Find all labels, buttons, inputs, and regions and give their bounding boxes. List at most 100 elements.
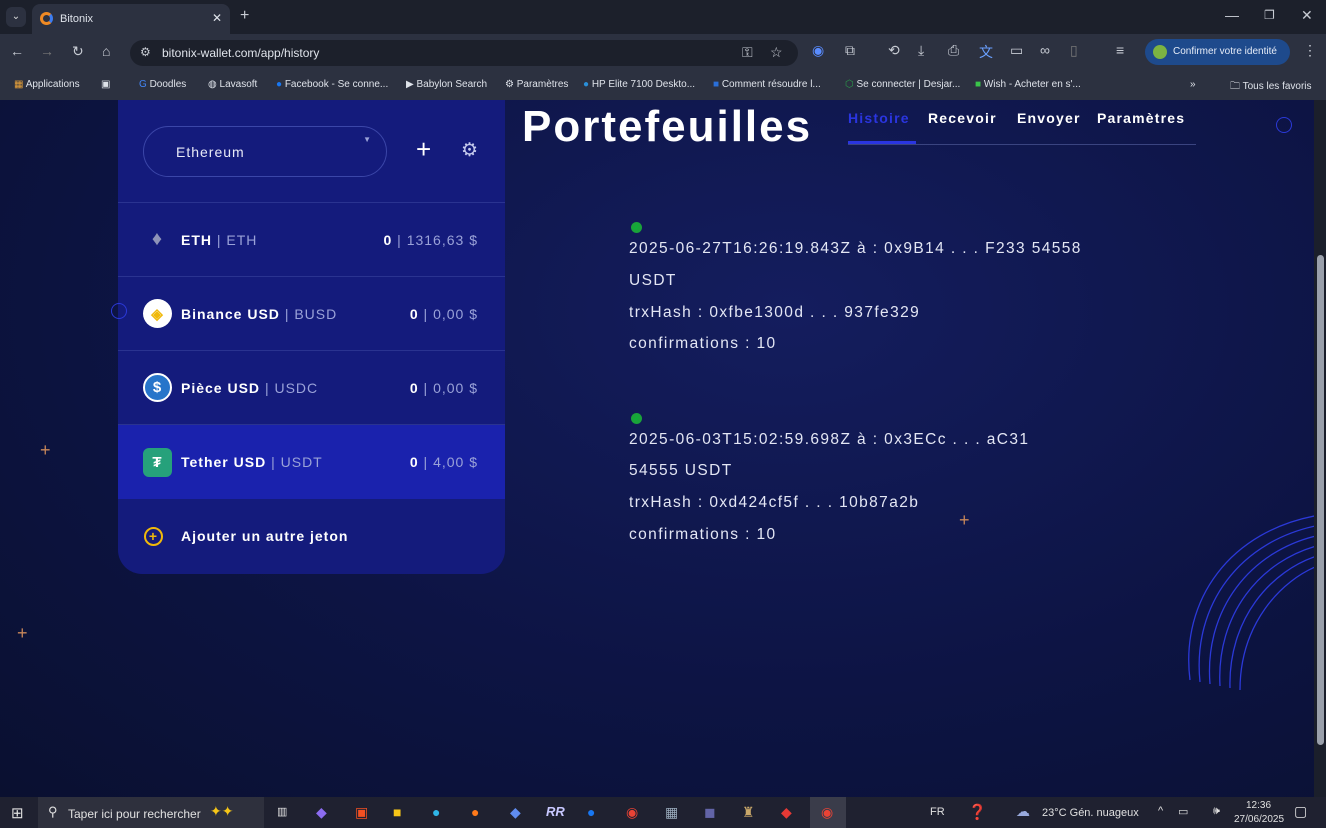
transaction-confirmations: confirmations : 10	[629, 526, 777, 543]
tab-recevoir[interactable]: Recevoir	[928, 110, 997, 126]
copilot-icon[interactable]: ◆	[316, 804, 327, 821]
token-name: Tether USD	[181, 454, 267, 470]
media-icon[interactable]: ≡	[1116, 42, 1124, 58]
token-value: 4,00 $	[433, 454, 478, 470]
menu-icon[interactable]: ⋮	[1303, 42, 1317, 59]
bookmark-lavasoft[interactable]: ◍ Lavasoft	[208, 79, 257, 90]
anydesk-icon[interactable]: ◆	[781, 804, 792, 821]
tab-histoire[interactable]: Histoire	[848, 110, 910, 126]
minimize-icon[interactable]: —	[1225, 7, 1239, 23]
task-view-icon[interactable]: ▥	[277, 805, 287, 818]
site-info-icon[interactable]: ⚙	[140, 45, 151, 59]
browser-tab[interactable]: Bitonix ✕	[32, 4, 230, 34]
add-token-label: Ajouter un autre jeton	[181, 528, 349, 544]
print-icon[interactable]: ⎙	[948, 42, 959, 59]
gear-icon[interactable]: ⚙	[461, 139, 478, 162]
transaction-hash[interactable]: trxHash : 0xfbe1300d . . . 937fe329	[629, 304, 920, 322]
chrome-active-icon[interactable]: ◉	[810, 797, 846, 828]
tab-parametres[interactable]: Paramètres	[1097, 110, 1185, 126]
apps-grid-icon[interactable]: ▣	[101, 79, 110, 90]
download-icon[interactable]: ⤓	[918, 42, 924, 59]
token-row-eth[interactable]: ♦ ETH | ETH 0 | 1316,63 $	[118, 202, 505, 276]
help-icon[interactable]: ❓	[968, 803, 987, 821]
decorative-plus: +	[959, 510, 970, 530]
link-icon[interactable]: ∞	[1040, 42, 1050, 58]
profile-button[interactable]: Confirmer votre identité	[1145, 39, 1290, 65]
bookmark-parametres[interactable]: ⚙ Paramètres	[505, 79, 568, 90]
decorative-circle	[111, 303, 127, 319]
extension-icon[interactable]: ◉	[812, 42, 824, 59]
history-icon[interactable]: ⟲	[888, 42, 900, 59]
file-explorer-icon[interactable]: ■	[393, 804, 401, 820]
tab-search-button[interactable]: ⌄	[6, 7, 26, 27]
scrollbar-thumb[interactable]	[1317, 255, 1324, 745]
back-icon[interactable]: ←	[10, 43, 24, 59]
game-icon[interactable]: ♜	[742, 804, 755, 821]
store-icon[interactable]: ▣	[355, 804, 368, 821]
bookmark-wish[interactable]: ■ Wish - Acheter en s'...	[975, 79, 1081, 90]
decorative-circle	[1276, 117, 1292, 133]
token-amount: 0	[409, 305, 419, 322]
token-symbol: USDC	[274, 379, 319, 396]
taskbar-search[interactable]: ⚲ Taper ici pour rechercher ✦✦	[38, 797, 264, 828]
tray-chevron-icon[interactable]: ^	[1158, 805, 1163, 817]
calculator-icon[interactable]: ▦	[665, 804, 678, 821]
clock-date[interactable]: 27/06/2025	[1234, 814, 1284, 825]
reload-icon[interactable]: ↻	[72, 43, 84, 60]
transaction-hash[interactable]: trxHash : 0xd424cf5f . . . 10b87a2b	[629, 494, 919, 512]
bookmark-facebook[interactable]: ● Facebook - Se conne...	[276, 79, 388, 90]
notifications-icon[interactable]: ▢	[1294, 803, 1307, 820]
facebook-icon[interactable]: ●	[587, 804, 595, 820]
weather-text[interactable]: 23°C Gén. nuageux	[1042, 807, 1139, 819]
more-bookmarks-icon[interactable]: »	[1190, 79, 1196, 90]
all-bookmarks[interactable]: 🗀 Tous les favoris	[1230, 79, 1312, 96]
bookmark-babylon[interactable]: ▶ Babylon Search	[406, 79, 487, 90]
clock-time[interactable]: 12:36	[1246, 800, 1271, 811]
m365-icon[interactable]: ◆	[510, 804, 521, 821]
extensions-icon[interactable]: ⧉	[845, 42, 855, 59]
decorative-plus: +	[40, 440, 51, 460]
bookmark-star-icon[interactable]: ☆	[770, 44, 783, 61]
close-window-icon[interactable]: ✕	[1301, 7, 1313, 24]
forward-icon[interactable]: →	[40, 43, 54, 59]
token-row-usdt[interactable]: ₮ Tether USD | USDT 0 | 4,00 $	[118, 424, 505, 499]
bookmark-applications[interactable]: ▦ Applications	[14, 79, 80, 90]
translate-icon[interactable]: 文	[979, 42, 993, 62]
token-name: ETH	[181, 231, 212, 248]
edge-icon[interactable]: ●	[432, 804, 440, 820]
new-tab-icon[interactable]: +	[240, 7, 249, 25]
network-icon[interactable]: ▭	[1178, 805, 1188, 818]
bookmark-hp[interactable]: ● HP Elite 7100 Deskto...	[583, 79, 695, 90]
network-value: Ethereum	[176, 144, 245, 160]
token-amount: 0	[383, 231, 393, 248]
cast-icon[interactable]: ▭	[1010, 42, 1023, 59]
bookmark-doodles[interactable]: G Doodles	[139, 79, 186, 90]
rr-app-icon[interactable]: RR	[546, 804, 565, 819]
home-icon[interactable]: ⌂	[102, 43, 110, 59]
firefox-icon[interactable]: ●	[471, 804, 479, 820]
windows-start-icon[interactable]: ⊞	[11, 804, 24, 822]
address-bar[interactable]: ⚙ bitonix-wallet.com/app/history ⚿ ☆	[130, 40, 798, 66]
add-token-button[interactable]: + Ajouter un autre jeton	[118, 499, 505, 573]
close-tab-icon[interactable]: ✕	[212, 11, 222, 25]
bookmark-desjardins[interactable]: ⬡ Se connecter | Desjar...	[845, 79, 960, 90]
decorative-plus: +	[17, 623, 28, 643]
language-indicator[interactable]: FR	[930, 806, 945, 818]
tab-envoyer[interactable]: Envoyer	[1017, 110, 1081, 126]
network-select[interactable]: Ethereum ▼	[143, 126, 387, 177]
wallet-page: + + + Ethereum ▼ + ⚙ ♦ ETH | ETH 0 | 131…	[0, 100, 1314, 797]
password-key-icon[interactable]: ⚿	[742, 44, 753, 61]
transaction-amount: 54555 USDT	[629, 462, 733, 479]
chrome-icon[interactable]: ◉	[626, 804, 638, 821]
token-row-busd[interactable]: ◈ Binance USD | BUSD 0 | 0,00 $	[118, 276, 505, 350]
add-wallet-button[interactable]: +	[416, 136, 431, 162]
bookmark-dell[interactable]: ■ Comment résoudre l...	[713, 79, 821, 90]
token-value: 0,00 $	[433, 305, 478, 322]
binance-icon: ◈	[143, 299, 172, 328]
volume-icon[interactable]: 🕪	[1213, 805, 1220, 818]
device-icon[interactable]: ▯	[1070, 42, 1078, 59]
teams-icon[interactable]: ◼	[704, 804, 716, 821]
restore-icon[interactable]: ❐	[1264, 8, 1275, 22]
tab-title: Bitonix	[60, 13, 94, 25]
token-row-usdc[interactable]: $ Pièce USD | USDC 0 | 0,00 $	[118, 350, 505, 424]
